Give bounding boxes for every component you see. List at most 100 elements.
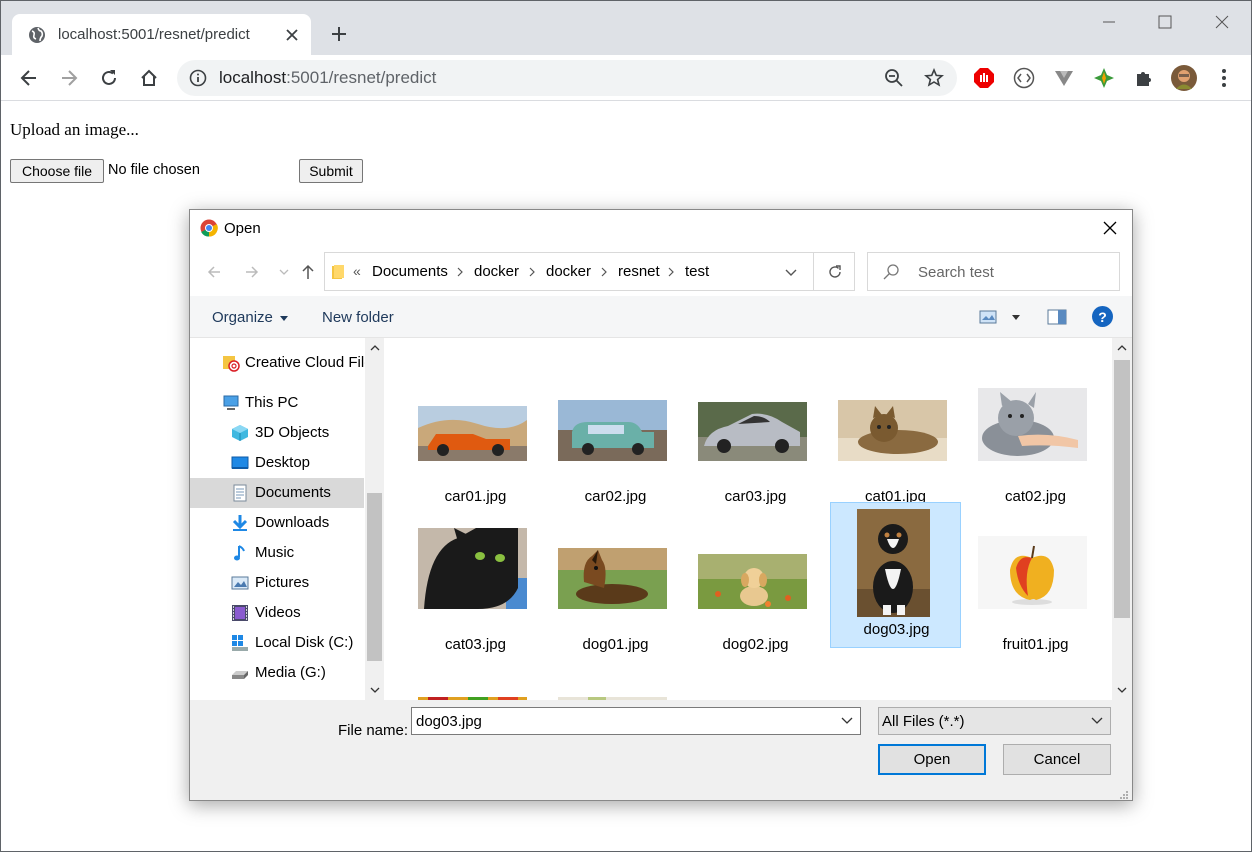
cancel-button[interactable]: Cancel — [1003, 744, 1111, 775]
scroll-down-icon[interactable] — [1112, 682, 1131, 698]
overflow-chevron-icon[interactable]: « — [353, 263, 361, 279]
file-item-dog02[interactable]: dog02.jpg — [690, 518, 821, 664]
resize-grip-icon[interactable] — [1119, 787, 1129, 799]
nav-item-media[interactable]: Media (G:) — [190, 658, 364, 688]
chevron-right-icon[interactable] — [665, 264, 677, 280]
close-tab-icon[interactable] — [282, 25, 302, 45]
star-extension-icon[interactable] — [1091, 65, 1117, 91]
nav-item-videos[interactable]: Videos — [190, 598, 364, 628]
address-bar[interactable]: localhost:5001/resnet/predict — [177, 60, 957, 96]
help-icon[interactable]: ? — [1092, 306, 1113, 327]
nav-item-downloads[interactable]: Downloads — [190, 508, 364, 538]
nav-pane-scrollbar[interactable] — [365, 338, 384, 700]
browser-toolbar: localhost:5001/resnet/predict — [1, 55, 1251, 101]
file-name: car01.jpg — [444, 488, 507, 505]
file-name-input[interactable]: dog03.jpg — [411, 707, 861, 735]
url-path: :5001/resnet/predict — [286, 68, 437, 87]
file-list-scrollbar[interactable] — [1112, 338, 1132, 700]
chevron-right-icon[interactable] — [454, 264, 466, 280]
preview-pane-icon[interactable] — [1046, 306, 1068, 328]
new-tab-icon[interactable] — [327, 22, 351, 46]
breadcrumb-documents[interactable]: Documents — [372, 263, 448, 280]
dialog-search-box[interactable]: Search test — [867, 252, 1120, 291]
up-folder-icon[interactable] — [298, 262, 318, 282]
nav-item-documents[interactable]: Documents — [190, 478, 364, 508]
code-extension-icon[interactable] — [1011, 65, 1037, 91]
nav-item-desktop[interactable]: Desktop — [190, 448, 364, 478]
refresh-icon[interactable] — [813, 253, 855, 290]
fruit01-thumbnail — [978, 536, 1087, 609]
local-disk-icon — [231, 634, 249, 652]
file-item-partial[interactable] — [410, 666, 541, 700]
nav-item-music[interactable]: Music — [190, 538, 364, 568]
nav-item-3d-objects[interactable]: 3D Objects — [190, 418, 364, 448]
search-icon — [882, 263, 900, 281]
chevron-down-icon[interactable] — [838, 712, 856, 730]
chevron-right-icon[interactable] — [526, 264, 538, 280]
dialog-address-bar[interactable]: « Documents docker docker resnet test — [324, 252, 855, 291]
nav-item-creative-cloud[interactable]: Creative Cloud Files — [190, 348, 380, 378]
nav-item-local-disk[interactable]: Local Disk (C:) — [190, 628, 364, 658]
submit-button[interactable]: Submit — [299, 159, 363, 183]
close-window-icon[interactable] — [1211, 11, 1233, 33]
home-icon[interactable] — [136, 65, 162, 91]
breadcrumb-test[interactable]: test — [685, 263, 709, 280]
file-item-partial[interactable] — [550, 666, 681, 700]
file-item-fruit01[interactable]: fruit01.jpg — [970, 518, 1101, 664]
nav-item-this-pc[interactable]: This PC — [190, 388, 364, 418]
address-dropdown-icon[interactable] — [781, 263, 801, 283]
open-file-dialog: Open « Documents docker docker resnet te… — [189, 209, 1133, 801]
chevron-right-icon[interactable] — [598, 264, 610, 280]
file-item-car03[interactable]: car03.jpg — [690, 370, 821, 516]
dialog-forward-icon[interactable] — [242, 262, 262, 282]
car02-thumbnail — [558, 400, 667, 461]
open-button[interactable]: Open — [878, 744, 986, 775]
organize-menu[interactable]: Organize — [212, 309, 289, 326]
file-item-dog01[interactable]: dog01.jpg — [550, 518, 681, 664]
dialog-back-icon[interactable] — [204, 262, 224, 282]
3d-objects-icon — [231, 424, 249, 442]
forward-icon[interactable] — [56, 65, 82, 91]
view-options-icon[interactable] — [978, 306, 1000, 328]
file-item-car01[interactable]: car01.jpg — [410, 370, 541, 516]
chevron-down-icon[interactable] — [1088, 712, 1106, 730]
nav-item-pictures[interactable]: Pictures — [190, 568, 364, 598]
maximize-icon[interactable] — [1154, 11, 1176, 33]
minimize-icon[interactable] — [1098, 11, 1120, 33]
file-item-car02[interactable]: car02.jpg — [550, 370, 681, 516]
music-icon — [231, 544, 249, 562]
cat03-thumbnail — [418, 528, 527, 609]
breadcrumb-docker-1[interactable]: docker — [474, 263, 519, 280]
file-item-cat02[interactable]: cat02.jpg — [970, 370, 1101, 516]
dialog-close-icon[interactable] — [1100, 218, 1120, 238]
menu-kebab-icon[interactable] — [1211, 65, 1237, 91]
breadcrumb-resnet[interactable]: resnet — [618, 263, 660, 280]
new-folder-button[interactable]: New folder — [322, 309, 394, 326]
file-item-cat03[interactable]: cat03.jpg — [410, 518, 541, 664]
info-icon[interactable] — [189, 69, 207, 87]
scroll-up-icon[interactable] — [1112, 340, 1131, 356]
vue-extension-icon[interactable] — [1051, 65, 1077, 91]
scroll-thumb[interactable] — [367, 493, 382, 661]
zoom-out-icon[interactable] — [881, 65, 907, 91]
scroll-down-icon[interactable] — [365, 682, 384, 698]
back-icon[interactable] — [16, 65, 42, 91]
view-dropdown-icon[interactable] — [1005, 306, 1027, 328]
profile-avatar[interactable] — [1171, 65, 1197, 91]
bookmark-star-icon[interactable] — [921, 65, 947, 91]
reload-icon[interactable] — [96, 65, 122, 91]
file-name: dog02.jpg — [722, 636, 789, 653]
scroll-up-icon[interactable] — [365, 340, 384, 356]
file-item-dog03[interactable]: dog03.jpg — [830, 502, 961, 648]
choose-file-button[interactable]: Choose file — [10, 159, 104, 183]
file-item-cat01[interactable]: cat01.jpg — [830, 370, 961, 516]
scroll-thumb[interactable] — [1114, 360, 1130, 618]
browser-tab[interactable]: localhost:5001/resnet/predict — [12, 14, 311, 56]
adblock-extension-icon[interactable] — [971, 65, 997, 91]
extensions-puzzle-icon[interactable] — [1131, 65, 1157, 91]
dog03-thumbnail — [857, 509, 930, 617]
breadcrumb-docker-2[interactable]: docker — [546, 263, 591, 280]
recent-locations-chevron-icon[interactable] — [274, 262, 294, 282]
file-type-select[interactable]: All Files (*.*) — [878, 707, 1111, 735]
file-name: car03.jpg — [724, 488, 787, 505]
